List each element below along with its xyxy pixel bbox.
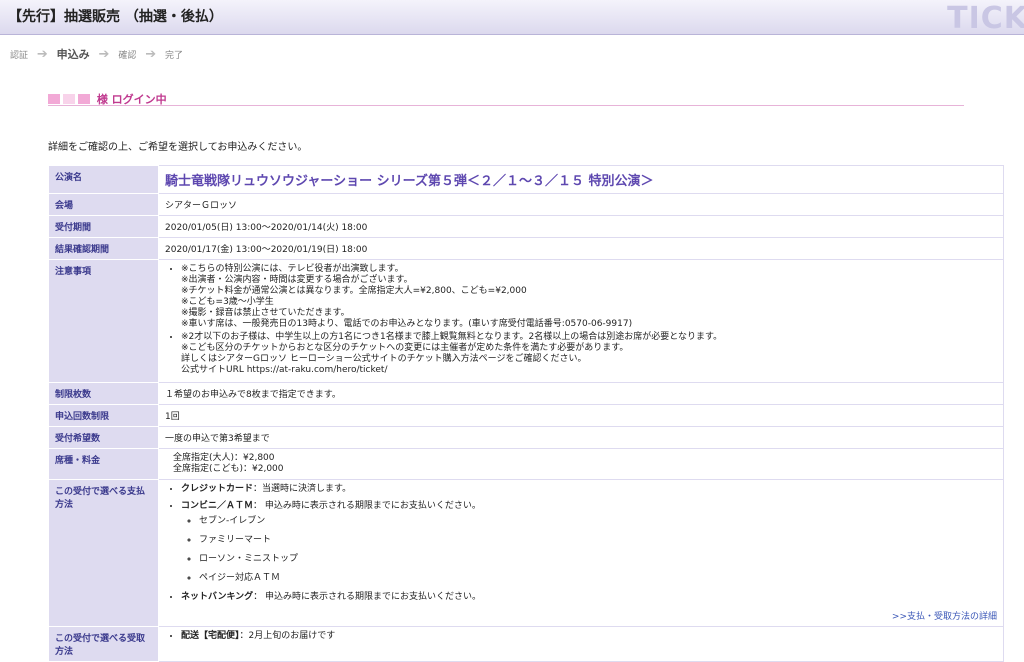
list-item: 配送【宅配便】：2月上旬のお届けです: [181, 631, 997, 642]
login-status: 様 ログイン中: [48, 91, 964, 106]
table-row: 公演名 騎士竜戦隊リュウソウジャーショー シリーズ第５弾＜２／１～３／１５ 特別…: [48, 165, 1004, 194]
note-line: ※こちらの特別公演には、テレビ役者が出演致します。: [181, 264, 404, 274]
table-row: 受付希望数 一度の申込で第3希望まで: [48, 426, 1004, 449]
masked-name: [48, 94, 60, 104]
note-line: ※こども区分のチケットからおとな区分のチケットへの変更には主催者が定めた条件を満…: [181, 343, 629, 353]
row-label: 公演名: [48, 165, 159, 194]
note-line: ※こども=3歳～小学生: [181, 297, 274, 307]
wish-value: 一度の申込で第3希望まで: [158, 426, 1004, 449]
list-item: ペイジー対応ＡＴＭ: [199, 573, 997, 584]
result-value: 2020/01/17(金) 13:00～2020/01/19(日) 18:00: [158, 237, 1004, 260]
arrow-right-icon: ➔: [36, 46, 48, 62]
row-label: 制限枚数: [48, 382, 159, 405]
list-item: ※こちらの特別公演には、テレビ役者が出演致します。 ※出演者・公演内容・時間は変…: [181, 264, 997, 330]
row-label: 席種・料金: [48, 448, 159, 480]
note-line: ※車いす席は、一般発売日の13時より、電話でのお申込みとなります。(車いす席受付…: [181, 319, 633, 329]
count-value: 1回: [158, 404, 1004, 427]
login-label: 様 ログイン中: [96, 93, 167, 106]
note-line: ※2才以下のお子様は、中学生以上の方1名につき1名様まで膝上観覧無料となります。…: [181, 332, 723, 342]
period-value: 2020/01/05(日) 13:00～2020/01/14(火) 18:00: [158, 215, 1004, 238]
intro-text: 詳細をご確認の上、ご希望を選択してお申込みください。: [48, 142, 308, 153]
masked-name: [63, 94, 75, 104]
table-row: 制限枚数 １希望のお申込みで8枚まで指定できます。: [48, 382, 1004, 405]
store-list: セブン-イレブン ファミリーマート ローソン・ミニストップ ペイジー対応ＡＴＭ: [181, 516, 997, 584]
table-row: 注意事項 ※こちらの特別公演には、テレビ役者が出演致します。 ※出演者・公演内容…: [48, 259, 1004, 383]
payment-details-link[interactable]: >>支払・受取方法の詳細: [165, 609, 997, 622]
note-line: 公式サイトURL https://at-raku.com/hero/ticket…: [181, 365, 388, 375]
receive-list: 配送【宅配便】：2月上旬のお届けです: [165, 631, 997, 642]
limit-value: １希望のお申込みで8枚まで指定できます。: [158, 382, 1004, 405]
step-complete: 完了: [165, 50, 184, 61]
progress-steps: 認証 ➔ 申込み ➔ 確認 ➔ 完了: [10, 46, 183, 62]
table-row: 席種・料金 全席指定(大人)：¥2,800 全席指定(こども)：¥2,000: [48, 448, 1004, 480]
venue-value: シアターＧロッソ: [158, 193, 1004, 216]
payment-netbank: ネットバンキング： 申込み時に表示される期限までにお支払いください。: [181, 592, 997, 603]
note-line: ※チケット料金が通常公演とは異なります。全席指定大人=¥2,800、こども=¥2…: [181, 286, 527, 296]
table-row: 結果確認期間 2020/01/17(金) 13:00～2020/01/19(日)…: [48, 237, 1004, 260]
table-row: 申込回数制限 1回: [48, 404, 1004, 427]
header-bar: 【先行】抽選販売 （抽選・後払） TICK: [0, 0, 1024, 36]
list-item: ローソン・ミニストップ: [199, 554, 997, 565]
price-adult: 全席指定(大人)：¥2,800: [173, 453, 275, 463]
list-item: ※2才以下のお子様は、中学生以上の方1名につき1名様まで膝上観覧無料となります。…: [181, 332, 997, 376]
row-label: この受付で選べる受取方法: [48, 626, 159, 662]
note-line: ※撮影・録音は禁止させていただきます。: [181, 308, 350, 318]
row-label: 申込回数制限: [48, 404, 159, 427]
row-label: 注意事項: [48, 259, 159, 383]
event-info-table: 公演名 騎士竜戦隊リュウソウジャーショー シリーズ第５弾＜２／１～３／１５ 特別…: [48, 165, 1004, 662]
step-apply: 申込み: [56, 48, 90, 61]
row-label: 受付希望数: [48, 426, 159, 449]
page-title: 【先行】抽選販売 （抽選・後払）: [8, 9, 223, 25]
row-label: 会場: [48, 193, 159, 216]
payment-convenience: コンビニ／ＡＴＭ： 申込み時に表示される期限までにお支払いください。 セブン-イ…: [181, 501, 997, 584]
step-confirm: 確認: [118, 50, 137, 61]
list-item: ファミリーマート: [199, 535, 997, 546]
table-row: この受付で選べる支払方法 クレジットカード：当選時に決済します。 コンビニ／ＡＴ…: [48, 479, 1004, 627]
row-label: 結果確認期間: [48, 237, 159, 260]
table-row: 受付期間 2020/01/05(日) 13:00～2020/01/14(火) 1…: [48, 215, 1004, 238]
payment-list: クレジットカード：当選時に決済します。 コンビニ／ＡＴＭ： 申込み時に表示される…: [165, 484, 997, 603]
step-auth: 認証: [10, 50, 29, 61]
arrow-right-icon: ➔: [145, 46, 157, 62]
table-row: この受付で選べる受取方法 配送【宅配便】：2月上旬のお届けです: [48, 626, 1004, 662]
notes-list: ※こちらの特別公演には、テレビ役者が出演致します。 ※出演者・公演内容・時間は変…: [165, 264, 997, 376]
brand-logo: TICK: [947, 1, 1024, 36]
arrow-right-icon: ➔: [98, 46, 110, 62]
price-child: 全席指定(こども)：¥2,000: [173, 464, 284, 474]
event-title: 騎士竜戦隊リュウソウジャーショー シリーズ第５弾＜２／１～３／１５ 特別公演＞: [165, 174, 654, 189]
table-row: 会場 シアターＧロッソ: [48, 193, 1004, 216]
row-label: この受付で選べる支払方法: [48, 479, 159, 627]
row-label: 受付期間: [48, 215, 159, 238]
list-item: セブン-イレブン: [199, 516, 997, 527]
note-line: 詳しくはシアターGロッソ ヒーローショー公式サイトのチケット購入方法ページをご確…: [181, 354, 587, 364]
note-line: ※出演者・公演内容・時間は変更する場合がございます。: [181, 275, 413, 285]
payment-card: クレジットカード：当選時に決済します。: [181, 484, 997, 495]
masked-name: [78, 94, 90, 104]
